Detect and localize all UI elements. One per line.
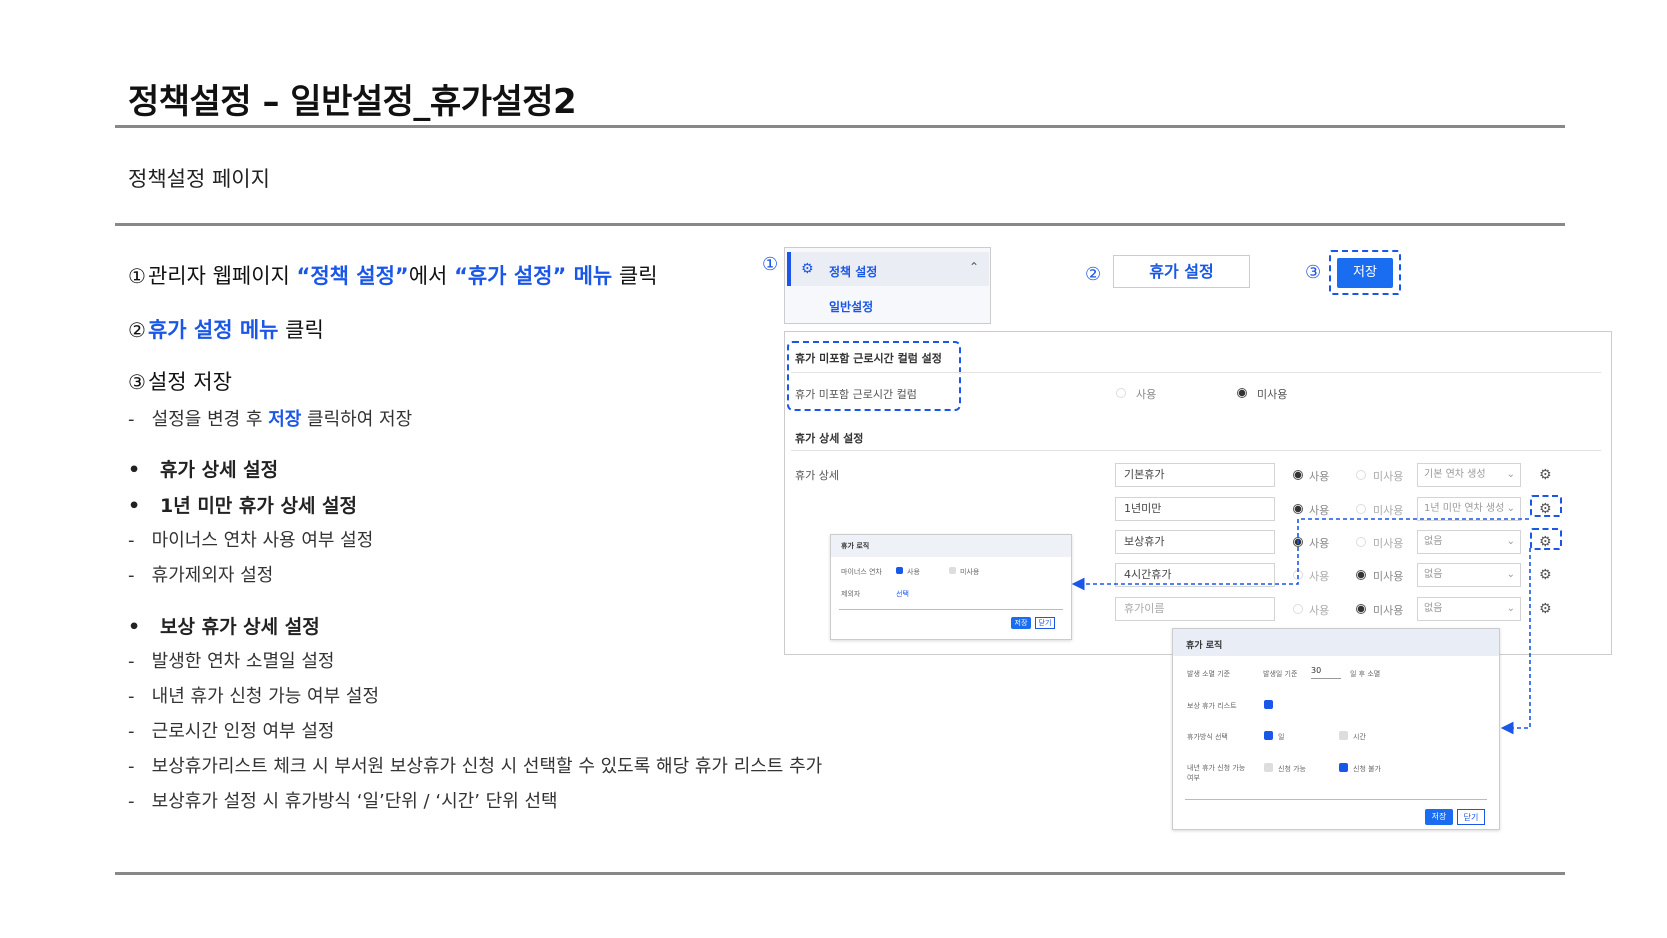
arrow-to-small-popup [1071,518,1529,591]
arrow-to-large-popup [1500,548,1531,735]
connector-arrows [1071,518,1531,735]
